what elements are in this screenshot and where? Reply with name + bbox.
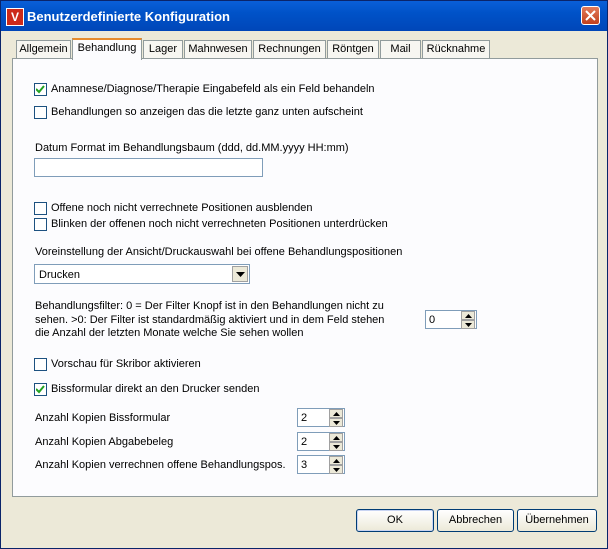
tab-mail[interactable]: Mail bbox=[380, 40, 421, 58]
cancel-button[interactable]: Abbrechen bbox=[437, 509, 514, 532]
filter-months-spinner[interactable]: 0 bbox=[425, 310, 477, 329]
chevron-down-icon bbox=[236, 272, 245, 277]
kopien-bissformular-label: Anzahl Kopien Bissformular bbox=[35, 412, 171, 424]
close-button[interactable] bbox=[581, 6, 600, 25]
skribor-checkbox[interactable] bbox=[34, 358, 47, 371]
filter-text-line3: die Anzahl der letzten Monate welche Sie… bbox=[35, 327, 304, 339]
arrow-up-icon bbox=[333, 412, 340, 416]
blinken-label: Blinken der offenen noch nicht verrechne… bbox=[51, 218, 388, 230]
filter-text-line2: sehen. >0: Der Filter ist standardmäßig … bbox=[35, 314, 385, 326]
spin-up-button[interactable] bbox=[461, 311, 475, 320]
spin-up-button[interactable] bbox=[329, 456, 343, 465]
check-icon bbox=[36, 385, 45, 394]
filter-months-value: 0 bbox=[429, 314, 436, 326]
kopien-bissformular-value: 2 bbox=[301, 412, 308, 424]
anamnese-label: Anamnese/Diagnose/Therapie Eingabefeld a… bbox=[51, 83, 375, 95]
tab-allgemein[interactable]: Allgemein bbox=[16, 40, 71, 58]
filter-text-line1: Behandlungsfilter: 0 = Der Filter Knopf … bbox=[35, 300, 384, 312]
dropdown-button[interactable] bbox=[232, 266, 248, 282]
kopien-abgabebeleg-spinner[interactable]: 2 bbox=[297, 432, 345, 451]
voreinstellung-value: Drucken bbox=[39, 269, 80, 281]
letzte-unten-label: Behandlungen so anzeigen das die letzte … bbox=[51, 106, 363, 118]
arrow-down-icon bbox=[465, 323, 472, 327]
anamnese-checkbox[interactable] bbox=[34, 83, 47, 96]
ok-button[interactable]: OK bbox=[356, 509, 434, 532]
voreinstellung-label: Voreinstellung der Ansicht/Druckauswahl … bbox=[35, 246, 403, 258]
kopien-verrechnen-spinner[interactable]: 3 bbox=[297, 455, 345, 474]
tab-rechnungen[interactable]: Rechnungen bbox=[253, 40, 326, 58]
voreinstellung-select[interactable]: Drucken bbox=[34, 264, 250, 284]
arrow-up-icon bbox=[465, 314, 472, 318]
arrow-up-icon bbox=[333, 436, 340, 440]
tab-roentgen[interactable]: Röntgen bbox=[327, 40, 379, 58]
arrow-down-icon bbox=[333, 445, 340, 449]
tab-lager[interactable]: Lager bbox=[143, 40, 183, 58]
close-icon bbox=[585, 10, 596, 21]
skribor-label: Vorschau für Skribor aktivieren bbox=[51, 358, 201, 370]
biss-drucker-label: Bissformular direkt an den Drucker sende… bbox=[51, 383, 260, 395]
tab-panel-behandlung: Anamnese/Diagnose/Therapie Eingabefeld a… bbox=[12, 58, 598, 497]
arrow-up-icon bbox=[333, 459, 340, 463]
arrow-down-icon bbox=[333, 421, 340, 425]
window-title: Benutzerdefinierte Konfiguration bbox=[27, 9, 230, 24]
datum-format-input[interactable] bbox=[34, 158, 263, 177]
arrow-down-icon bbox=[333, 468, 340, 472]
config-dialog: V Benutzerdefinierte Konfiguration Allge… bbox=[0, 0, 608, 549]
blinken-checkbox[interactable] bbox=[34, 218, 47, 231]
spin-up-button[interactable] bbox=[329, 409, 343, 418]
spin-down-button[interactable] bbox=[461, 320, 475, 329]
kopien-abgabebeleg-label: Anzahl Kopien Abgabebeleg bbox=[35, 436, 174, 448]
spin-down-button[interactable] bbox=[329, 442, 343, 451]
spin-down-button[interactable] bbox=[329, 465, 343, 474]
kopien-bissformular-spinner[interactable]: 2 bbox=[297, 408, 345, 427]
app-logo-icon: V bbox=[6, 8, 24, 26]
datum-format-label: Datum Format im Behandlungsbaum (ddd, dd… bbox=[35, 142, 349, 154]
kopien-abgabebeleg-value: 2 bbox=[301, 436, 308, 448]
tab-behandlung[interactable]: Behandlung bbox=[72, 38, 142, 60]
biss-drucker-checkbox[interactable] bbox=[34, 383, 47, 396]
tab-ruecknahme[interactable]: Rücknahme bbox=[422, 40, 490, 58]
check-icon bbox=[36, 85, 45, 94]
apply-button[interactable]: Übernehmen bbox=[517, 509, 597, 532]
offene-ausblenden-checkbox[interactable] bbox=[34, 202, 47, 215]
spin-up-button[interactable] bbox=[329, 433, 343, 442]
spin-down-button[interactable] bbox=[329, 418, 343, 427]
letzte-unten-checkbox[interactable] bbox=[34, 106, 47, 119]
kopien-verrechnen-value: 3 bbox=[301, 459, 308, 471]
kopien-verrechnen-label: Anzahl Kopien verrechnen offene Behandlu… bbox=[35, 459, 286, 471]
offene-ausblenden-label: Offene noch nicht verrechnete Positionen… bbox=[51, 202, 313, 214]
tab-mahnwesen[interactable]: Mahnwesen bbox=[184, 40, 252, 58]
title-bar[interactable]: V Benutzerdefinierte Konfiguration bbox=[1, 1, 607, 31]
